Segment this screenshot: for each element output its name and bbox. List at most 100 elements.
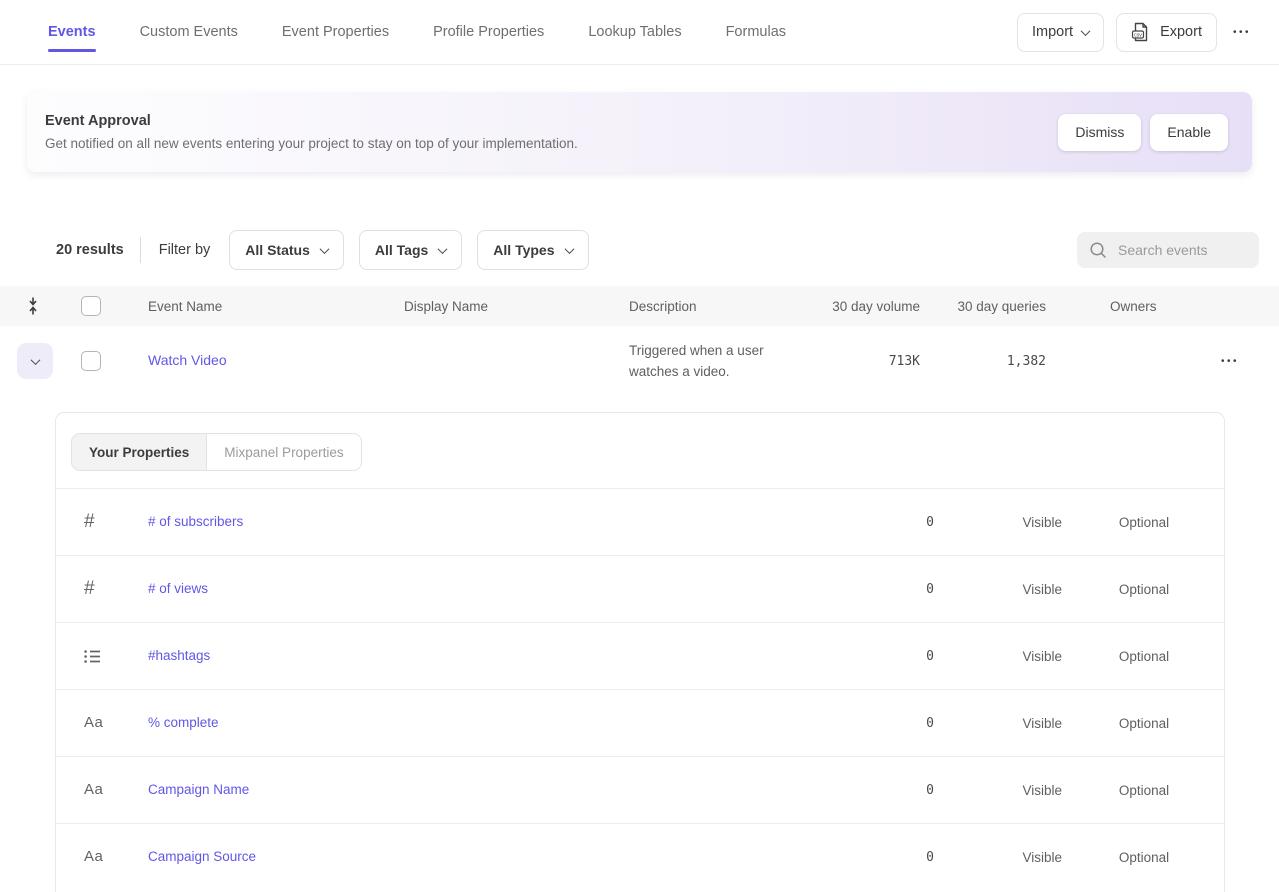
event-name-link[interactable]: Watch Video: [148, 352, 227, 368]
nav-actions: Import csv Export •••: [1017, 13, 1255, 52]
property-visibility: Visible: [934, 716, 1064, 731]
event-table-header: Event Name Display Name Description 30 d…: [0, 286, 1279, 326]
header-owners: Owners: [1060, 299, 1190, 314]
csv-file-icon: csv: [1131, 22, 1151, 42]
ellipsis-icon: •••: [1233, 27, 1251, 38]
more-options-button[interactable]: •••: [1229, 21, 1255, 44]
property-requirement: Optional: [1064, 582, 1224, 597]
property-queries: 0: [824, 850, 934, 865]
collapse-row-button[interactable]: [17, 343, 53, 379]
filter-row: 20 results Filter by All Status All Tags…: [0, 230, 1279, 270]
select-all-checkbox[interactable]: [81, 296, 101, 316]
row-checkbox[interactable]: [81, 351, 101, 371]
tags-filter-dropdown[interactable]: All Tags: [359, 230, 462, 270]
property-requirement: Optional: [1064, 649, 1224, 664]
search-box: [1077, 232, 1259, 268]
header-30-day-queries: 30 day queries: [920, 299, 1060, 314]
property-row: #hashtags 0 Visible Optional: [56, 622, 1224, 689]
chevron-down-icon: [564, 244, 574, 254]
property-visibility: Visible: [934, 515, 1064, 530]
banner-actions: Dismiss Enable: [1058, 114, 1228, 151]
event-30-day-queries: 1,382: [920, 354, 1060, 369]
property-queries: 0: [824, 582, 934, 597]
chevron-down-icon: [438, 244, 448, 254]
banner-text: Event Approval Get notified on all new e…: [45, 113, 578, 151]
header-display-name: Display Name: [404, 299, 629, 314]
status-filter-label: All Status: [245, 242, 310, 258]
header-30-day-volume: 30 day volume: [821, 299, 920, 314]
property-row: Aa Campaign Source 0 Visible Optional: [56, 823, 1224, 890]
divider: [140, 237, 141, 263]
tab-lookup-tables[interactable]: Lookup Tables: [588, 0, 681, 65]
banner-description: Get notified on all new events entering …: [45, 136, 578, 151]
property-queries: 0: [824, 515, 934, 530]
property-name-link[interactable]: Campaign Name: [148, 782, 249, 797]
property-name-link[interactable]: #hashtags: [148, 648, 210, 663]
event-approval-banner: Event Approval Get notified on all new e…: [27, 92, 1252, 172]
types-filter-dropdown[interactable]: All Types: [477, 230, 588, 270]
collapse-all-button[interactable]: [24, 294, 42, 318]
tab-custom-events[interactable]: Custom Events: [140, 0, 238, 65]
event-row: Watch Video Triggered when a user watche…: [0, 326, 1279, 396]
results-count: 20 results: [56, 242, 124, 258]
property-name-link[interactable]: Campaign Source: [148, 849, 256, 864]
tab-profile-properties[interactable]: Profile Properties: [433, 0, 544, 65]
property-requirement: Optional: [1064, 515, 1224, 530]
property-name-link[interactable]: % complete: [148, 715, 219, 730]
property-row: Aa Campaign Name 0 Visible Optional: [56, 756, 1224, 823]
property-visibility: Visible: [934, 582, 1064, 597]
event-30-day-volume: 713K: [821, 354, 920, 369]
property-queries: 0: [824, 649, 934, 664]
row-more-options-button[interactable]: •••: [1217, 350, 1243, 373]
tab-your-properties[interactable]: Your Properties: [72, 434, 207, 470]
ellipsis-icon: •••: [1221, 356, 1239, 367]
collapse-all-icon: [26, 296, 40, 316]
property-name-link[interactable]: # of subscribers: [148, 514, 243, 529]
property-requirement: Optional: [1064, 783, 1224, 798]
types-filter-label: All Types: [493, 242, 554, 258]
property-visibility: Visible: [934, 783, 1064, 798]
banner-title: Event Approval: [45, 113, 578, 129]
property-row: # # of subscribers 0 Visible Optional: [56, 488, 1224, 555]
property-queries: 0: [824, 783, 934, 798]
dismiss-button[interactable]: Dismiss: [1058, 114, 1141, 151]
properties-tabs: Your Properties Mixpanel Properties: [71, 433, 362, 471]
properties-panel: Your Properties Mixpanel Properties # # …: [55, 412, 1225, 892]
export-button[interactable]: csv Export: [1116, 13, 1217, 52]
export-button-label: Export: [1160, 24, 1202, 40]
list-type-icon: [84, 649, 148, 664]
svg-text:csv: csv: [1134, 32, 1142, 38]
event-description: Triggered when a user watches a video.: [629, 340, 821, 382]
text-type-icon: Aa: [84, 714, 103, 731]
header-description: Description: [629, 299, 821, 314]
text-type-icon: Aa: [84, 781, 103, 798]
top-navigation: Events Custom Events Event Properties Pr…: [0, 0, 1279, 65]
property-requirement: Optional: [1064, 850, 1224, 865]
enable-button[interactable]: Enable: [1150, 114, 1228, 151]
chevron-down-icon: [30, 355, 40, 365]
property-row: Aa % complete 0 Visible Optional: [56, 689, 1224, 756]
status-filter-dropdown[interactable]: All Status: [229, 230, 344, 270]
chevron-down-icon: [319, 244, 329, 254]
property-visibility: Visible: [934, 850, 1064, 865]
property-queries: 0: [824, 716, 934, 731]
search-input[interactable]: [1116, 241, 1247, 259]
tags-filter-label: All Tags: [375, 242, 428, 258]
filter-by-label: Filter by: [159, 242, 211, 258]
header-event-name: Event Name: [148, 299, 404, 314]
search-icon: [1089, 241, 1107, 259]
number-type-icon: #: [84, 511, 95, 532]
tab-event-properties[interactable]: Event Properties: [282, 0, 389, 65]
property-row: # # of views 0 Visible Optional: [56, 555, 1224, 622]
property-visibility: Visible: [934, 649, 1064, 664]
tab-events[interactable]: Events: [48, 0, 96, 65]
chevron-down-icon: [1081, 26, 1091, 36]
import-button-label: Import: [1032, 24, 1073, 40]
text-type-icon: Aa: [84, 848, 103, 865]
tab-formulas[interactable]: Formulas: [726, 0, 786, 65]
tab-mixpanel-properties[interactable]: Mixpanel Properties: [207, 434, 360, 470]
property-name-link[interactable]: # of views: [148, 581, 208, 596]
number-type-icon: #: [84, 578, 95, 599]
property-requirement: Optional: [1064, 716, 1224, 731]
import-button[interactable]: Import: [1017, 13, 1104, 52]
